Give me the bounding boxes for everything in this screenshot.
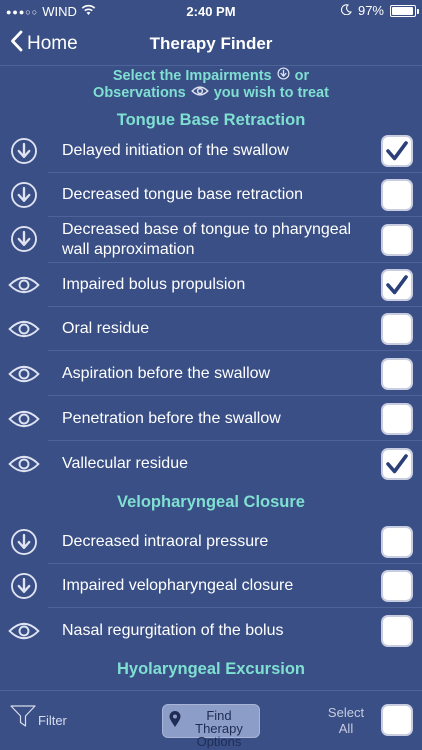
list-item-label: Impaired velopharyngeal closure [62,577,294,594]
nav-bar: Home Therapy Finder [0,22,422,66]
moon-icon [340,3,352,18]
observation-eye-icon [8,358,40,390]
find-therapy-label-line2: Options [196,734,242,749]
list-item: Aspiration before the swallow [0,352,422,396]
status-bar: ●●●○○ WIND 2:40 PM 97% [0,0,422,22]
checkbox[interactable] [381,269,413,301]
select-all-label-line2: All [338,721,354,736]
list-item: Oral residue [0,307,422,351]
select-all-label: Select All [322,705,370,737]
list-item: Impaired bolus propulsion [0,263,422,307]
list-item: Vallecular residue [0,442,422,486]
impairment-arrow-icon [8,570,40,602]
list-item: Penetration before the swallow [0,397,422,441]
impairment-arrow-icon [8,135,40,167]
list-item: Nasal regurgitation of the bolus [0,609,422,653]
instruction-line1-prefix: Select the Impairments [112,67,272,84]
list-item: Delayed initiation of the swallow [0,129,422,173]
list-item: Impaired velopharyngeal closure [0,564,422,608]
observation-eye-icon [8,269,40,301]
instruction-line2-suffix: you wish to treat [213,85,329,101]
map-pin-icon [169,711,181,730]
section-header-hyolaryngeal-excursion: Hyolaryngeal Excursion [117,660,305,678]
page-title: Therapy Finder [149,34,273,53]
battery-percent: 97% [357,3,384,18]
observation-eye-icon [8,313,40,345]
impairment-arrow-icon [8,179,40,211]
battery-icon [390,4,419,17]
checkbox[interactable] [381,224,413,256]
list-item-label: Delayed initiation of the swallow [62,142,289,159]
select-all-checkbox[interactable] [381,704,413,736]
list-item-label: Oral residue [62,320,150,337]
list-item: Decreased intraoral pressure [0,520,422,564]
impairment-arrow-icon [8,526,40,558]
filter-label: Filter [38,713,67,728]
instruction-line2-prefix: Observations [93,85,186,101]
checkbox[interactable] [381,615,413,647]
list-item-label: Vallecular residue [62,455,188,472]
filter-button[interactable]: Filter [10,705,67,730]
section-header-tongue-base-retraction: Tongue Base Retraction [116,111,306,129]
impairment-legend-icon [277,67,290,85]
battery-fill [392,6,414,15]
checkbox[interactable] [381,179,413,211]
list-item-label: Decreased tongue base retraction [62,186,304,203]
list-item-label: Decreased base of tongue to pharyngeal w… [62,221,352,258]
bottom-toolbar: Filter Find Therapy Options Select All [0,690,422,750]
observation-eye-icon [8,615,40,647]
checkbox[interactable] [381,526,413,558]
instruction-line1-suffix: or [294,67,310,84]
section-header-velopharyngeal-closure: Velopharyngeal Closure [117,493,305,511]
impairment-arrow-icon [8,223,40,255]
instruction-text: Select the Impairments or Observations y… [0,66,422,102]
select-all-label-line1: Select [327,705,365,720]
filter-funnel-icon [10,705,36,730]
list-item: Decreased tongue base retraction [0,173,422,217]
checkbox[interactable] [381,448,413,480]
checkbox[interactable] [381,135,413,167]
list-item-label: Aspiration before the swallow [62,365,271,382]
checkbox[interactable] [381,570,413,602]
observation-eye-icon [8,448,40,480]
find-therapy-options-button[interactable]: Find Therapy Options [162,704,260,748]
checkbox[interactable] [381,313,413,345]
list-item-label: Impaired bolus propulsion [62,276,246,293]
observation-eye-icon [8,403,40,435]
list-item-label: Nasal regurgitation of the bolus [62,622,284,639]
list-item-label: Penetration before the swallow [62,410,281,427]
checkbox[interactable] [381,358,413,390]
observation-legend-icon [190,85,209,102]
list-item: Decreased base of tongue to pharyngeal w… [0,217,422,263]
find-therapy-label-line1: Find Therapy [195,708,243,736]
list-item-label: Decreased intraoral pressure [62,533,269,550]
checkbox[interactable] [381,403,413,435]
